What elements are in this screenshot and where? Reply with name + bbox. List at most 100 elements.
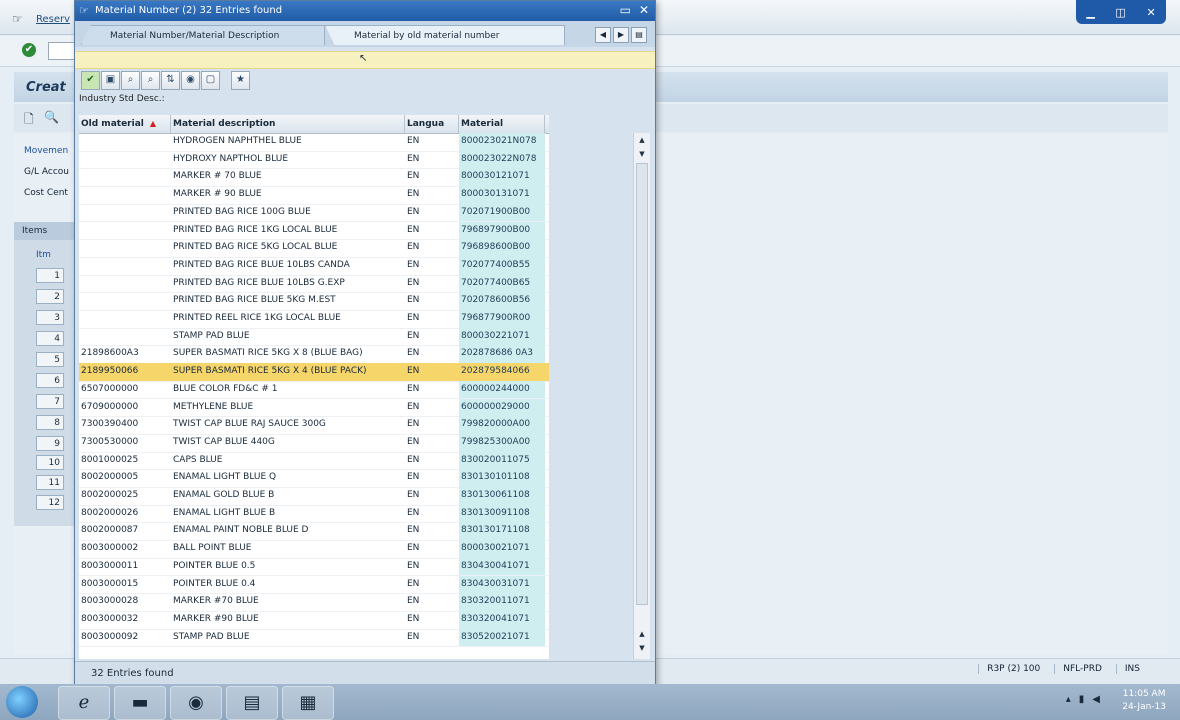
item-row-number[interactable]: 1 bbox=[36, 268, 64, 283]
item-row-number[interactable]: 6 bbox=[36, 373, 64, 388]
internet-explorer-icon[interactable]: ℯ bbox=[58, 686, 110, 720]
table-row[interactable]: PRINTED BAG RICE 1KG LOCAL BLUE EN 7968979… bbox=[79, 221, 549, 241]
tab-material-description[interactable]: Material Number/Material Description bbox=[81, 25, 325, 45]
table-row[interactable]: PRINTED BAG RICE BLUE 5KG M.EST EN 7020786… bbox=[79, 292, 549, 311]
cell-language: EN bbox=[407, 224, 420, 235]
table-row[interactable]: 8003000011 POINTER BLUE 0.5 EN 830430041071 bbox=[79, 557, 549, 577]
table-row[interactable]: 6507000000 BLUE COLOR FD&C # 1 EN 600000244… bbox=[79, 380, 549, 400]
table-row[interactable]: 8003000092 STAMP PAD BLUE EN 830520021071 bbox=[79, 628, 549, 648]
sap-gui-icon[interactable]: ▦ bbox=[282, 686, 334, 720]
restrict-icon[interactable]: ▣ bbox=[101, 71, 120, 90]
table-row[interactable]: PRINTED REEL RICE 1KG LOCAL BLUE EN 796877… bbox=[79, 310, 549, 329]
cell-material: 202879584066 bbox=[459, 363, 545, 381]
volume-icon[interactable]: ◀ bbox=[1092, 694, 1100, 705]
minimize-icon[interactable]: ▭ bbox=[620, 3, 631, 17]
cell-old-material bbox=[79, 292, 171, 310]
cell-material: 202878686 0A3 bbox=[459, 345, 545, 364]
next-tab-icon[interactable]: ▶ bbox=[613, 27, 629, 43]
maximize-icon[interactable]: ◫ bbox=[1115, 6, 1125, 19]
enter-check-icon[interactable]: ✔ bbox=[22, 43, 36, 57]
table-row[interactable]: PRINTED BAG RICE 5KG LOCAL BLUE EN 7968986… bbox=[79, 239, 549, 258]
table-row[interactable]: PRINTED BAG RICE BLUE 10LBS CANDA EN 70207… bbox=[79, 256, 549, 276]
scroll-down-icon[interactable]: ▼ bbox=[636, 149, 648, 160]
table-row[interactable]: 8003000028 MARKER #70 BLUE EN 830320011071 bbox=[79, 593, 549, 612]
items-tab[interactable]: Items bbox=[14, 222, 76, 240]
table-row[interactable]: HYDROGEN NAPHTHEL BLUE EN 800023021N078 bbox=[79, 133, 549, 152]
print-icon[interactable]: ▢ bbox=[201, 71, 220, 90]
find-icon[interactable]: ⌕ bbox=[121, 71, 140, 90]
scroll-thumb[interactable] bbox=[636, 163, 648, 605]
item-row-number[interactable]: 3 bbox=[36, 310, 64, 325]
table-row[interactable]: 6709000000 METHYLENE BLUE EN 600000029000 bbox=[79, 398, 549, 418]
table-row[interactable]: 8002000087 ENAMAL PAINT NOBLE BLUE D EN 830… bbox=[79, 522, 549, 542]
new-document-icon[interactable]: 🗋 bbox=[24, 110, 34, 131]
cell-description: SUPER BASMATI RICE 5KG X 8 (BLUE BAG) bbox=[173, 348, 363, 359]
item-row-number[interactable]: 9 bbox=[36, 436, 64, 451]
confirm-icon[interactable]: ✔ bbox=[81, 71, 100, 90]
item-row-number[interactable]: 10 bbox=[36, 455, 64, 470]
tab-old-material-number[interactable]: Material by old material number bbox=[325, 25, 565, 45]
cell-old-material bbox=[79, 328, 171, 346]
item-row-number[interactable]: 12 bbox=[36, 495, 64, 510]
scroll-up-icon[interactable]: ▲ bbox=[636, 629, 648, 640]
scroll-up-icon[interactable]: ▲ bbox=[636, 135, 648, 146]
cell-description: PRINTED BAG RICE BLUE 10LBS CANDA bbox=[173, 259, 350, 270]
view-icon[interactable]: ◉ bbox=[181, 71, 200, 90]
start-button[interactable] bbox=[6, 686, 38, 718]
table-row[interactable]: 7300530000 TWIST CAP BLUE 440G EN 799825300… bbox=[79, 433, 549, 453]
table-row[interactable]: PRINTED BAG RICE BLUE 10LBS G.EXP EN 70207… bbox=[79, 274, 549, 294]
item-row-number[interactable]: 8 bbox=[36, 415, 64, 430]
windows-taskbar: ℯ ▬ ◉ ▤ ▦ ▴ ▮ ◀ 11:05 AM 24-Jan-13 bbox=[0, 684, 1180, 720]
cell-old-material: 8003000032 bbox=[81, 613, 139, 624]
table-row[interactable]: HYDROXY NAPTHOL BLUE EN 800023022N078 bbox=[79, 150, 549, 170]
network-icon[interactable]: ▮ bbox=[1079, 694, 1085, 705]
table-row[interactable]: 7300390400 TWIST CAP BLUE RAJ SAUCE 300G E… bbox=[79, 416, 549, 435]
item-row-number[interactable]: 7 bbox=[36, 394, 64, 409]
previous-tab-icon[interactable]: ◀ bbox=[595, 27, 611, 43]
minimize-icon[interactable]: ▁ bbox=[1086, 6, 1094, 19]
cell-description: PRINTED REEL RICE 1KG LOCAL BLUE bbox=[173, 313, 341, 323]
table-row[interactable]: 8001000025 CAPS BLUE EN 830020011075 bbox=[79, 451, 549, 471]
system-status[interactable]: R3P (2) 100 bbox=[978, 664, 1040, 674]
tab-list-icon[interactable]: ▤ bbox=[631, 27, 647, 43]
scroll-down-icon[interactable]: ▼ bbox=[636, 643, 648, 654]
table-row[interactable]: 8003000002 BALL POINT BLUE EN 800030021071 bbox=[79, 540, 549, 559]
table-row[interactable]: 2189950066 SUPER BASMATI RICE 5KG X 4 (BL… bbox=[79, 363, 549, 382]
clock[interactable]: 11:05 AM 24-Jan-13 bbox=[1122, 688, 1166, 714]
vertical-scrollbar[interactable]: ▲ ▼ ▲ ▼ bbox=[633, 133, 650, 659]
folder-icon[interactable]: ▬ bbox=[114, 686, 166, 720]
cell-old-material bbox=[79, 275, 171, 293]
movement-label[interactable]: Movemen bbox=[24, 146, 68, 156]
cell-description: POINTER BLUE 0.5 bbox=[173, 560, 256, 571]
table-row[interactable]: 8003000032 MARKER #90 BLUE EN 830320041071 bbox=[79, 610, 549, 630]
item-row-number[interactable]: 2 bbox=[36, 289, 64, 304]
column-header-material[interactable]: Material bbox=[459, 115, 545, 133]
find-icon[interactable]: 🔍 bbox=[44, 110, 59, 124]
table-row[interactable]: PRINTED BAG RICE 100G BLUE EN 702071900B00 bbox=[79, 203, 549, 223]
cell-language: EN bbox=[407, 596, 420, 607]
cell-old-material: 7300390400 bbox=[81, 419, 139, 430]
table-row[interactable]: MARKER # 90 BLUE EN 800030131071 bbox=[79, 186, 549, 205]
sap-logon-icon[interactable]: ▤ bbox=[226, 686, 278, 720]
show-hidden-icon[interactable]: ▴ bbox=[1066, 694, 1071, 705]
background-title[interactable]: Reserv bbox=[36, 14, 70, 25]
column-header-language[interactable]: Langua bbox=[405, 115, 459, 133]
chrome-icon[interactable]: ◉ bbox=[170, 686, 222, 720]
table-row[interactable]: 8003000015 POINTER BLUE 0.4 EN 830430031071 bbox=[79, 575, 549, 595]
item-row-number[interactable]: 4 bbox=[36, 331, 64, 346]
table-row[interactable]: 8002000005 ENAMAL LIGHT BLUE Q EN 830130101… bbox=[79, 469, 549, 488]
table-row[interactable]: 8002000026 ENAMAL LIGHT BLUE B EN 830130091… bbox=[79, 504, 549, 524]
close-icon[interactable]: ✕ bbox=[639, 3, 649, 17]
table-row[interactable]: 21898600A3 SUPER BASMATI RICE 5KG X 8 (BL… bbox=[79, 345, 549, 365]
close-icon[interactable]: ✕ bbox=[1146, 6, 1155, 19]
column-header-old-material[interactable]: Old material ▲ bbox=[79, 115, 171, 133]
column-header-description[interactable]: Material description bbox=[171, 115, 405, 133]
table-row[interactable]: STAMP PAD BLUE EN 800030221071 bbox=[79, 327, 549, 347]
table-row[interactable]: 8002000025 ENAMAL GOLD BLUE B EN 8301300611… bbox=[79, 487, 549, 506]
find-next-icon[interactable]: ⌕ bbox=[141, 71, 160, 90]
personal-list-icon[interactable]: ★ bbox=[231, 71, 250, 90]
item-row-number[interactable]: 11 bbox=[36, 475, 64, 490]
sort-icon[interactable]: ⇅ bbox=[161, 71, 180, 90]
table-row[interactable]: MARKER # 70 BLUE EN 800030121071 bbox=[79, 168, 549, 188]
item-row-number[interactable]: 5 bbox=[36, 352, 64, 367]
